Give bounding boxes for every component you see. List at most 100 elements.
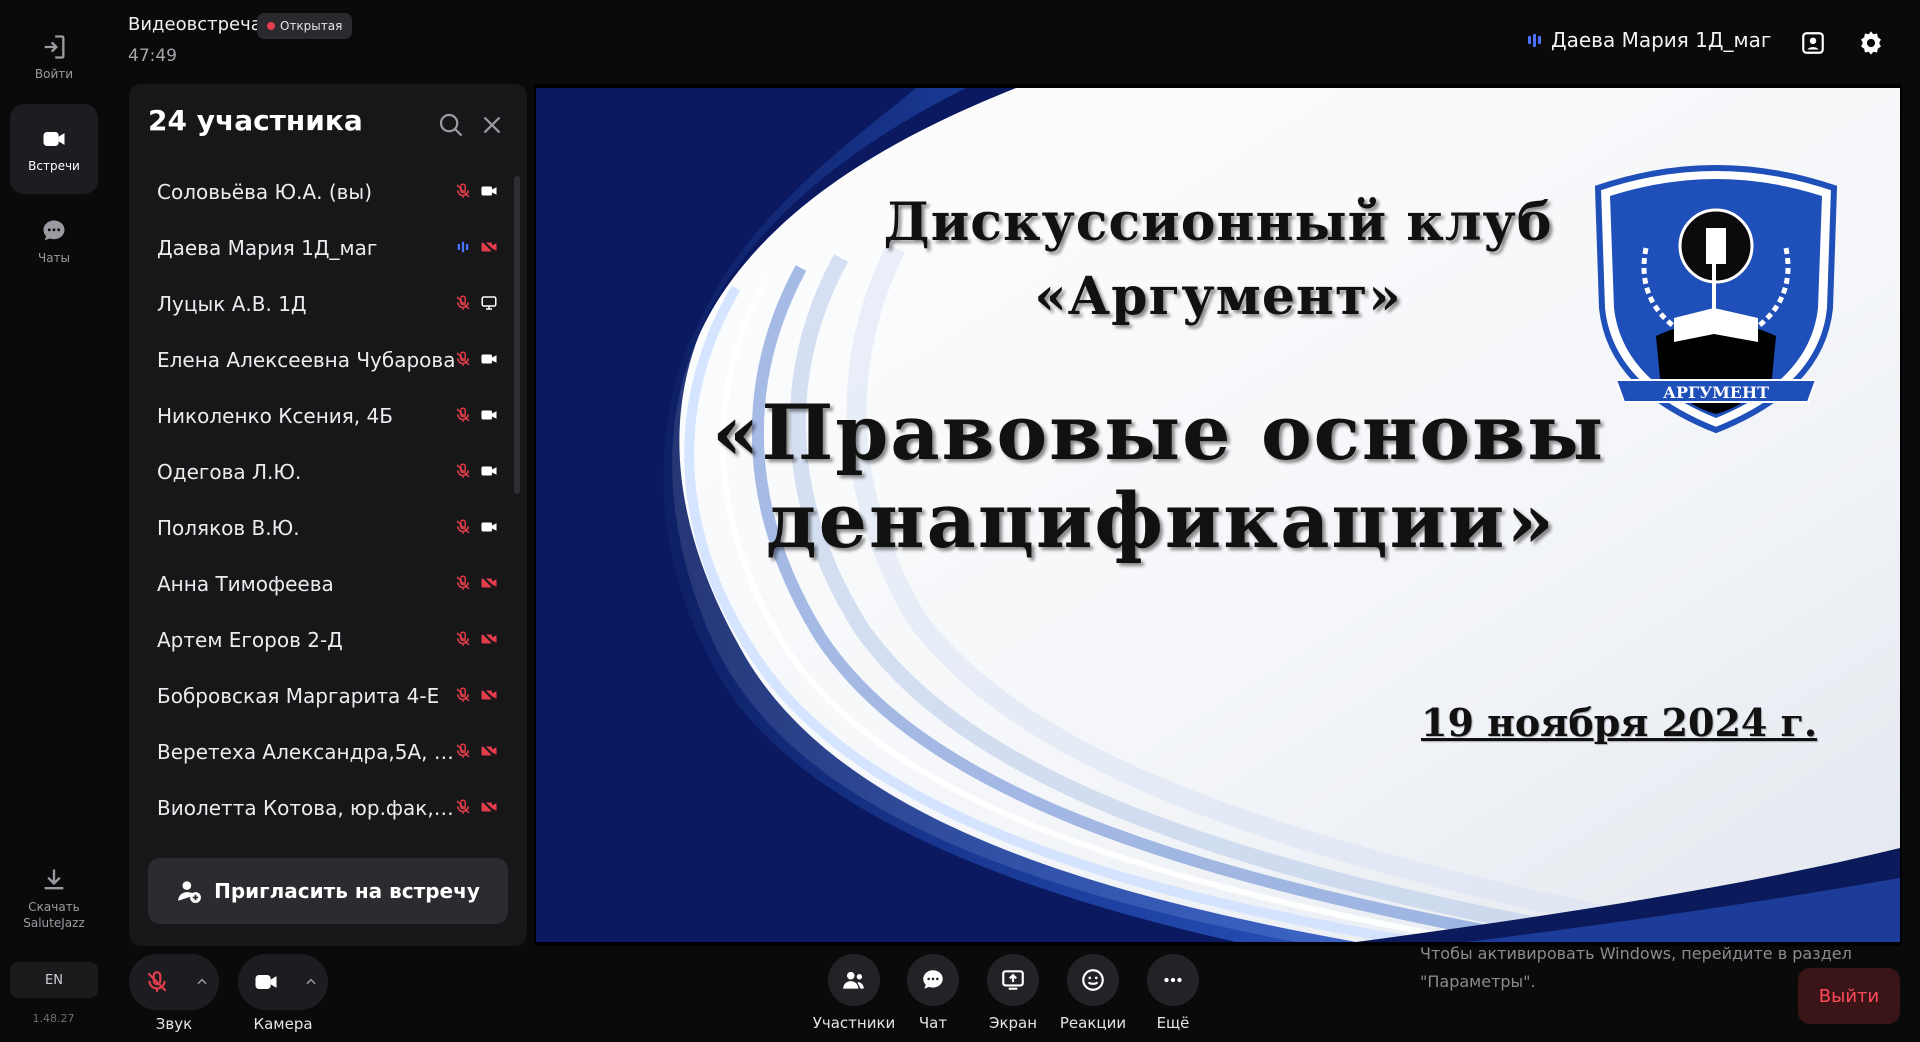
camera-off-icon [481,743,497,759]
participants-count-title: 24 участника [148,104,363,137]
nav-chats[interactable]: Чаты [10,196,98,286]
chat-button-label: Чат [918,1014,948,1032]
mic-off-icon [456,295,470,310]
leave-meeting-button[interactable]: Выйти [1798,968,1900,1024]
participant-row[interactable]: Соловьёва Ю.А. (вы) [129,164,509,220]
login-label: Войти [34,67,74,81]
participants-panel: 24 участника Соловьёва Ю.А. (вы) Даева Ма… [129,84,527,946]
chat-button[interactable] [907,954,959,1006]
app-version: 1.48.27 [32,1012,75,1025]
participant-status-icons [454,630,498,648]
participant-name: Анна Тимофеева [157,572,334,596]
screen-share-label: Экран [988,1014,1038,1032]
participant-row[interactable]: Артем Егоров 2-Д [129,612,509,668]
participant-status-icons [454,406,498,424]
participant-row[interactable]: Веретеха Александра,5А, с... [129,724,509,780]
audio-level-icon [1528,33,1541,47]
screen-share-icon [481,296,497,310]
camera-on-icon [481,466,497,476]
screen-share-icon [1002,970,1024,990]
participant-name: Луцык А.В. 1Д [157,292,307,316]
slide-topic-line2: денацификации» [766,476,1556,565]
screen-share-button[interactable] [987,954,1039,1006]
participant-row[interactable]: Одегова Л.Ю. [129,444,509,500]
participant-status-icons [454,462,498,480]
participant-row[interactable]: Бобровская Маргарита 4-Е [129,668,509,724]
login-button[interactable]: Войти [10,12,98,102]
search-icon [439,113,463,137]
chats-label: Чаты [37,251,71,265]
app-window: Войти Встречи Чаты Скачать SaluteJazz EN… [0,0,1920,1042]
slide-date: 19 ноября 2024 г. [1421,700,1818,745]
participant-status-icons [454,238,498,256]
mic-off-icon [456,183,470,198]
download-label-line2: SaluteJazz [23,916,85,930]
sound-label: Звук [155,1015,193,1033]
close-icon [483,116,501,134]
participant-row[interactable]: Даева Мария 1Д_маг [129,220,509,276]
participant-name: Николенко Ксения, 4Б [157,404,393,428]
mute-toggle-button[interactable] [129,954,185,1010]
camera-toggle-button[interactable] [238,954,294,1010]
mic-off-icon [456,743,470,758]
participant-status-icons [454,798,498,816]
participant-name: Виолетта Котова, юр.фак, 2-Д [157,796,459,820]
participants-list[interactable]: Соловьёва Ю.А. (вы) Даева Мария 1Д_маг Луц… [129,164,527,924]
participant-name: Даева Мария 1Д_маг [157,236,378,260]
participant-row[interactable]: Виолетта Котова, юр.фак, 2-Д [129,780,509,836]
participant-name: Артем Егоров 2-Д [157,628,343,652]
language-switch[interactable]: EN [10,962,98,998]
smiley-icon [1082,969,1104,991]
search-participants-button[interactable] [436,110,466,140]
video-camera-icon [255,975,277,989]
participant-row[interactable]: Луцык А.В. 1Д [129,276,509,332]
meeting-type-badge[interactable]: Открытая [257,13,353,39]
participant-status-icons [454,518,498,536]
shared-screen: Дискуссионный клуб «Аргумент» «Правовые … [534,84,1902,946]
participants-scrollbar[interactable] [514,176,520,494]
layout-button[interactable] [1796,26,1830,60]
audio-level-icon [457,241,469,253]
activation-line1: Чтобы активировать Windows, перейдите в … [1420,944,1852,963]
participant-name: Соловьёва Ю.А. (вы) [157,180,373,204]
download-label-line1: Скачать [28,900,80,914]
meeting-title: Видеовстреча [128,14,262,35]
camera-on-icon [481,522,497,532]
person-frame-icon [1802,32,1824,54]
participant-name: Поляков В.Ю. [157,516,300,540]
settings-button[interactable] [1854,26,1888,60]
participants-button[interactable] [828,954,880,1006]
chevron-up-icon [306,978,316,985]
camera-on-icon [481,410,497,420]
reactions-button[interactable] [1067,954,1119,1006]
mic-off-icon [456,407,470,422]
close-panel-button[interactable] [477,110,507,140]
participant-status-icons [454,350,498,368]
chat-bubble-icon [923,970,943,989]
camera-off-icon [481,631,497,647]
participant-row[interactable]: Поляков В.Ю. [129,500,509,556]
sound-options-button[interactable] [185,954,219,1010]
sound-control [129,954,219,1010]
mic-off-icon [456,463,470,478]
participant-status-icons [454,294,498,312]
participant-row[interactable]: Елена Алексеевна Чубарова [129,332,509,388]
camera-options-button[interactable] [294,954,328,1010]
invite-button[interactable]: Пригласить на встречу [148,858,508,924]
video-camera-icon [43,132,65,146]
chevron-up-icon [197,978,207,985]
nav-meetings[interactable]: Встречи [10,104,98,194]
mic-off-icon [456,575,470,590]
participant-row[interactable]: Анна Тимофеева [129,556,509,612]
camera-on-icon [481,354,497,364]
participant-row[interactable]: Николенко Ксения, 4Б [129,388,509,444]
participant-name: Елена Алексеевна Чубарова [157,348,456,372]
slide-topic-line1: «Правовые основы [712,388,1606,477]
camera-control [238,954,328,1010]
camera-off-icon [481,687,497,703]
participant-name: Одегова Л.Ю. [157,460,302,484]
participant-status-icons [454,574,498,592]
download-app-button[interactable]: Скачать SaluteJazz [10,858,98,938]
more-button[interactable] [1147,954,1199,1006]
add-person-icon [178,881,202,903]
